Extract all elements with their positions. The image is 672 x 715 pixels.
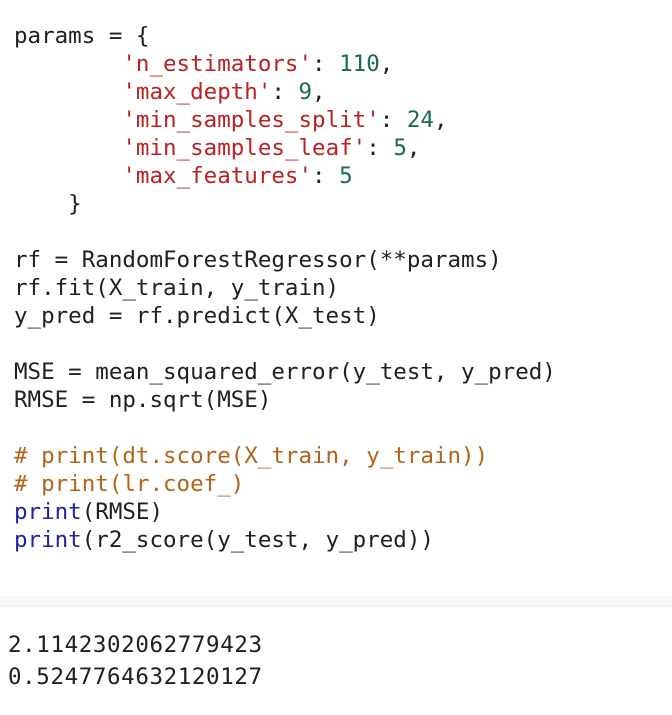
cell-divider: [0, 596, 672, 606]
code-line-14: RMSE = np.sqrt(MSE): [14, 386, 556, 414]
code-editor[interactable]: params = { 'n_estimators': 110, 'max_dep…: [14, 22, 556, 554]
code-text: params = {: [14, 23, 150, 49]
code-text: :: [312, 51, 340, 77]
number-literal: 5: [339, 163, 353, 189]
code-line-2: 'n_estimators': 110,: [14, 50, 556, 78]
code-text: rf.fit(X_train, y_train): [14, 275, 340, 301]
string-literal: 'min_samples_leaf': [122, 135, 367, 161]
code-text: :: [312, 163, 340, 189]
code-text: ,: [406, 135, 421, 161]
string-literal: 'min_samples_split': [122, 107, 380, 133]
code-comment: # print(dt.score(X_train, y_train)): [14, 443, 489, 469]
builtin-function: print: [14, 527, 82, 553]
code-text: rf = RandomForestRegressor(**params): [14, 247, 502, 273]
code-line-10: rf.fit(X_train, y_train): [14, 274, 556, 302]
code-line-3: 'max_depth': 9,: [14, 78, 556, 106]
code-line-4: 'min_samples_split': 24,: [14, 106, 556, 134]
number-literal: 5: [393, 135, 407, 161]
code-line-19: print(r2_score(y_test, y_pred)): [14, 526, 556, 554]
code-text: (RMSE): [81, 499, 164, 525]
number-literal: 9: [298, 79, 313, 105]
code-text: RMSE = np.sqrt(MSE): [14, 387, 272, 413]
string-literal: 'max_features': [122, 163, 313, 189]
code-text: :: [379, 107, 407, 133]
code-text: (r2_score(y_test, y_pred)): [81, 527, 434, 553]
output-line-rmse: 2.1142302062779423: [8, 632, 263, 658]
code-cell-output: 2.1142302062779423 0.5247764632120127: [0, 606, 672, 715]
code-line-17: # print(lr.coef_): [14, 470, 556, 498]
code-cell-input[interactable]: params = { 'n_estimators': 110, 'max_dep…: [0, 0, 672, 606]
code-text: :: [271, 79, 299, 105]
code-text: }: [14, 191, 82, 217]
code-line-16: # print(dt.score(X_train, y_train)): [14, 442, 556, 470]
number-literal: 110: [339, 51, 380, 77]
code-text: MSE = mean_squared_error(y_test, y_pred): [14, 359, 556, 385]
code-line-7: }: [14, 190, 556, 218]
code-line-18: print(RMSE): [14, 498, 556, 526]
code-line-9: rf = RandomForestRegressor(**params): [14, 246, 556, 274]
code-line-1: params = {: [14, 22, 556, 50]
string-literal: 'n_estimators': [122, 51, 313, 77]
code-text: ,: [433, 107, 448, 133]
string-literal: 'max_depth': [122, 79, 272, 105]
code-line-5: 'min_samples_leaf': 5,: [14, 134, 556, 162]
code-line-13: MSE = mean_squared_error(y_test, y_pred): [14, 358, 556, 386]
code-text: ,: [379, 51, 394, 77]
number-literal: 24: [406, 107, 434, 133]
code-line-6: 'max_features': 5: [14, 162, 556, 190]
code-text: y_pred = rf.predict(X_test): [14, 303, 380, 329]
code-comment: # print(lr.coef_): [14, 471, 245, 497]
code-text: ,: [312, 79, 326, 105]
builtin-function: print: [14, 499, 82, 525]
output-text: 2.1142302062779423 0.5247764632120127: [8, 629, 263, 693]
code-line-11: y_pred = rf.predict(X_test): [14, 302, 556, 330]
output-line-r2: 0.5247764632120127: [8, 664, 263, 690]
code-text: :: [366, 135, 394, 161]
